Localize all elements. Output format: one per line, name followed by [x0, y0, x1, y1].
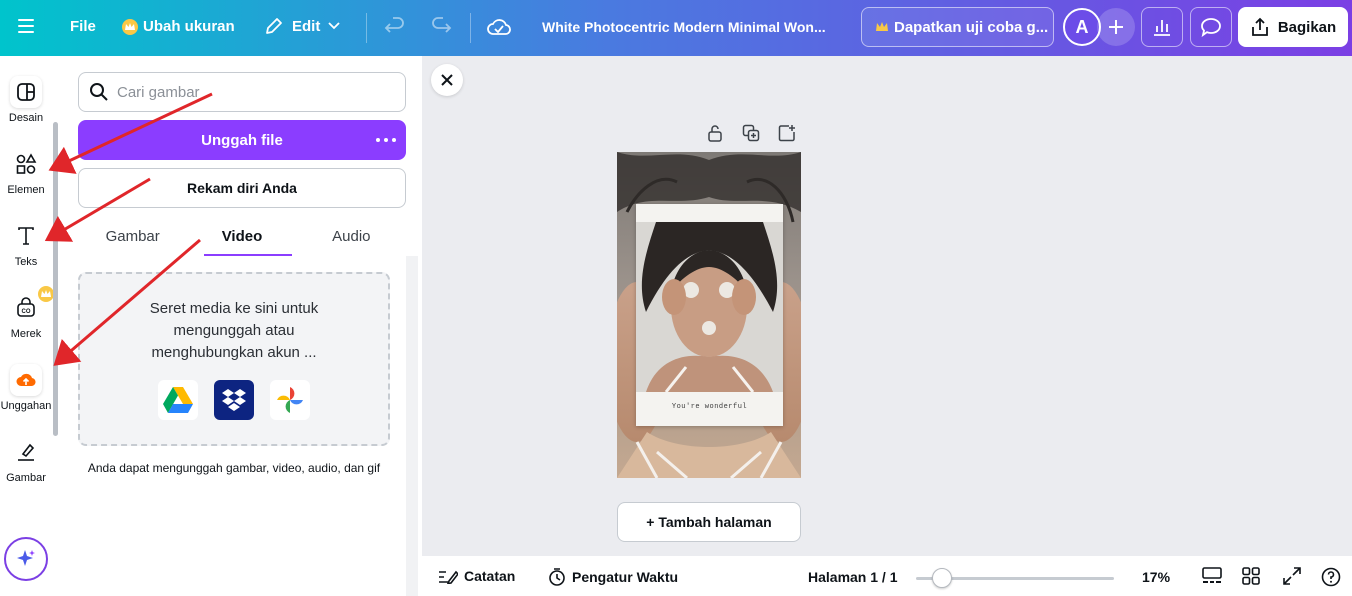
layout-icon: [10, 76, 42, 108]
edit-label: Edit: [292, 17, 321, 35]
crown-icon: [876, 22, 888, 32]
brand-icon: CO: [10, 286, 54, 324]
grid-view-icon[interactable]: [1242, 567, 1260, 585]
help-icon[interactable]: [1321, 567, 1341, 587]
page-indicator[interactable]: Halaman 1 / 1: [808, 569, 898, 585]
shapes-icon: [10, 148, 42, 180]
zoom-level[interactable]: 17%: [1142, 569, 1170, 585]
menu-icon[interactable]: [18, 18, 36, 34]
document-title[interactable]: White Photocentric Modern Minimal Won...: [542, 19, 826, 35]
notes-icon: [438, 568, 458, 584]
cloud-saved-icon[interactable]: [486, 15, 512, 39]
close-icon: [441, 74, 453, 86]
zoom-slider-thumb[interactable]: [932, 568, 952, 588]
plus-icon: [1108, 19, 1124, 35]
google-photos-icon[interactable]: [270, 380, 310, 420]
edit-button[interactable]: Edit: [264, 16, 340, 36]
drop-zone[interactable]: Seret media ke sini untuk mengunggah ata…: [78, 272, 390, 446]
search-icon: [89, 82, 109, 102]
crown-icon: [38, 286, 54, 302]
drop-zone-text: Seret media ke sini untuk mengunggah ata…: [149, 300, 319, 361]
avatar[interactable]: A: [1063, 8, 1101, 46]
comments-button[interactable]: [1190, 7, 1232, 47]
design-page[interactable]: You're wonderful: [617, 152, 801, 478]
rail-label: Gambar: [6, 472, 46, 484]
record-yourself-button[interactable]: Rekam diri Anda: [78, 168, 406, 208]
uploads-panel: Unggah file Rekam diri Anda Gambar Video…: [62, 56, 420, 596]
more-options-icon[interactable]: [376, 131, 396, 149]
comment-icon: [1200, 17, 1222, 37]
cloud-upload-icon: [10, 364, 42, 396]
portrait-photo: [636, 222, 783, 392]
upload-note: Anda dapat mengunggah gambar, video, aud…: [87, 461, 381, 475]
crown-icon: [122, 18, 138, 35]
notes-button[interactable]: Catatan: [438, 568, 515, 584]
rail-item-text[interactable]: Teks: [0, 220, 52, 268]
share-button[interactable]: Bagikan: [1238, 7, 1348, 47]
trial-button[interactable]: Dapatkan uji coba g...: [861, 7, 1054, 47]
sparkle-icon: [15, 548, 37, 570]
timer-icon: [548, 568, 566, 586]
side-rail: Desain Elemen Teks CO Merek Unggahan Gam…: [0, 56, 58, 596]
add-page-icon[interactable]: [778, 124, 796, 142]
add-collaborator-button[interactable]: [1097, 8, 1135, 46]
draw-icon: [10, 436, 42, 468]
page-view-icon[interactable]: [1202, 567, 1222, 585]
media-tabs: Gambar Video Audio: [78, 216, 406, 256]
rail-item-elements[interactable]: Elemen: [0, 148, 52, 196]
notes-label: Catatan: [464, 568, 516, 584]
rail-item-design[interactable]: Desain: [0, 76, 52, 124]
file-menu[interactable]: File: [70, 18, 96, 35]
rail-item-brand[interactable]: CO Merek: [0, 286, 54, 340]
text-icon: [10, 220, 42, 252]
insights-button[interactable]: [1141, 7, 1183, 47]
canvas-area[interactable]: [422, 56, 1352, 556]
share-icon: [1250, 17, 1270, 37]
rail-label: Unggahan: [0, 400, 52, 412]
svg-text:CO: CO: [22, 309, 31, 315]
upload-file-button[interactable]: Unggah file: [78, 120, 406, 160]
pencil-icon: [264, 16, 284, 36]
rail-label: Teks: [14, 256, 38, 268]
polaroid-frame: You're wonderful: [636, 204, 783, 426]
resize-label: Ubah ukuran: [143, 18, 235, 35]
rail-item-draw[interactable]: Gambar: [0, 436, 52, 484]
zoom-slider[interactable]: [916, 568, 1114, 588]
trial-label: Dapatkan uji coba g...: [894, 18, 1049, 36]
redo-icon[interactable]: [430, 16, 452, 38]
magic-button[interactable]: [4, 537, 48, 581]
rail-label: Merek: [10, 328, 42, 340]
photo-caption: You're wonderful: [671, 403, 748, 411]
bottom-bar: Catatan Pengatur Waktu Halaman 1 / 1 17%: [422, 556, 1352, 596]
lock-icon[interactable]: [706, 124, 724, 142]
resize-button[interactable]: Ubah ukuran: [122, 18, 235, 35]
tab-images[interactable]: Gambar: [78, 216, 187, 256]
tab-videos[interactable]: Video: [187, 216, 296, 256]
duplicate-page-icon[interactable]: [742, 124, 760, 142]
close-panel-button[interactable]: [431, 64, 463, 96]
tab-audio[interactable]: Audio: [297, 216, 406, 256]
rail-item-uploads[interactable]: Unggahan: [0, 364, 52, 412]
fullscreen-icon[interactable]: [1283, 567, 1301, 585]
timer-label: Pengatur Waktu: [572, 569, 679, 585]
search-box[interactable]: [78, 72, 406, 112]
add-page-button[interactable]: + Tambah halaman: [617, 502, 801, 542]
google-drive-icon[interactable]: [158, 380, 198, 420]
undo-icon[interactable]: [384, 16, 406, 38]
search-input[interactable]: [117, 83, 377, 101]
rail-scrollbar[interactable]: [53, 122, 58, 436]
rail-label: Desain: [8, 112, 44, 124]
dropbox-icon[interactable]: [214, 380, 254, 420]
panel-scrollbar[interactable]: [406, 256, 418, 596]
bar-chart-icon: [1152, 17, 1172, 37]
divider: [470, 13, 471, 43]
timer-button[interactable]: Pengatur Waktu: [548, 568, 678, 586]
upload-label: Unggah file: [201, 131, 283, 149]
divider: [366, 13, 367, 43]
chevron-down-icon: [328, 22, 340, 30]
share-label: Bagikan: [1277, 18, 1337, 36]
rail-label: Elemen: [7, 184, 45, 196]
